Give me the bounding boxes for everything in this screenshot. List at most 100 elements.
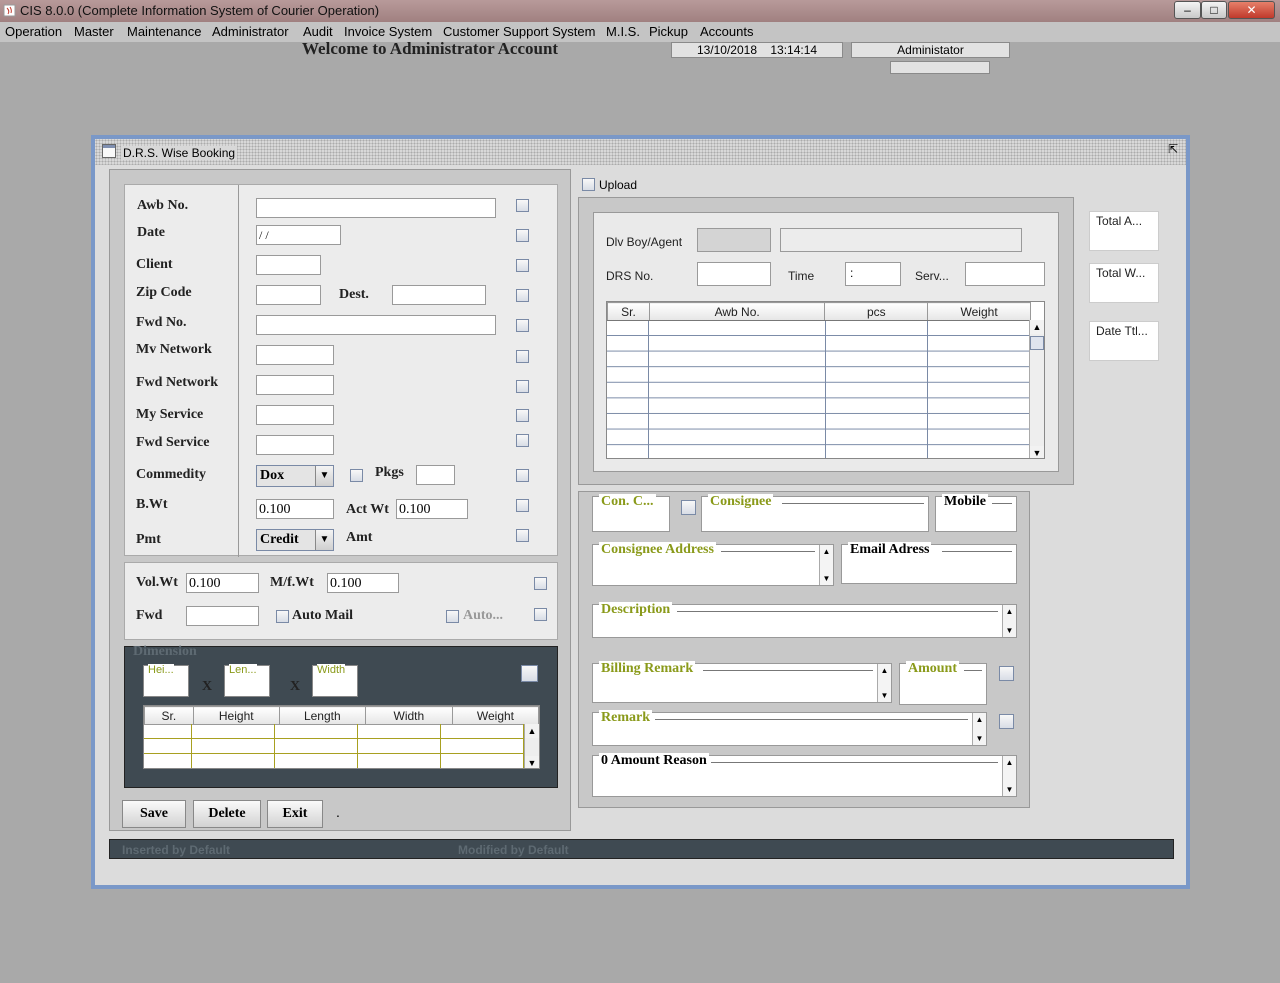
commodity-checkbox[interactable] [516,469,529,482]
mfwt-input[interactable]: 0.100 [327,573,399,593]
zero-amount-scrollbar[interactable]: ▲ ▼ [1002,756,1016,796]
scroll-down-icon[interactable]: ▼ [878,689,891,702]
fwd-service-checkbox[interactable] [516,434,529,447]
scroll-up-icon[interactable]: ▲ [820,545,833,558]
exit-button[interactable]: Exit [267,800,323,828]
commodity-select[interactable]: Dox ▼ [256,465,334,487]
dlv-boy-code-input[interactable] [697,228,771,252]
upload-checkbox[interactable] [582,178,595,191]
column-header[interactable]: Awb No. [648,302,826,321]
menu-mis[interactable]: M.I.S. [606,24,640,39]
chevron-down-icon[interactable]: ▼ [315,530,333,550]
width-field[interactable]: Width [312,664,358,697]
pmt-checkbox[interactable] [516,529,529,542]
billing-remark-scrollbar[interactable]: ▲ ▼ [877,664,891,702]
fwd-service-input[interactable] [256,435,334,455]
column-header[interactable]: Length [278,706,366,725]
my-network-checkbox[interactable] [516,350,529,363]
mobile-field[interactable]: Mobile [935,494,1017,532]
dimension-scrollbar[interactable]: ▲ ▼ [524,724,539,768]
column-header[interactable]: Sr. [144,706,194,725]
column-header[interactable]: Height [192,706,280,725]
delete-button[interactable]: Delete [193,800,261,828]
auto-mail-checkbox[interactable] [276,610,289,623]
scroll-down-icon[interactable]: ▼ [973,732,986,745]
remark-scrollbar[interactable]: ▲ ▼ [972,713,986,745]
my-network-input[interactable] [256,345,334,365]
scroll-down-icon[interactable]: ▼ [1030,446,1044,458]
menu-audit[interactable]: Audit [303,24,333,39]
actwt-input[interactable]: 0.100 [396,499,468,519]
con-code-checkbox[interactable] [681,500,696,515]
scroll-down-icon[interactable]: ▼ [1003,783,1016,796]
amount-checkbox[interactable] [999,666,1014,681]
scroll-thumb[interactable] [1030,336,1044,350]
column-header[interactable]: Weight [451,706,539,725]
column-header[interactable]: Weight [927,302,1031,321]
date-checkbox[interactable] [516,229,529,242]
zero-amount-reason-field[interactable]: 0 Amount Reason ▲ ▼ [592,753,1017,797]
remark-field[interactable]: Remark ▲ ▼ [592,710,987,746]
dimension-table-body[interactable] [144,724,525,768]
awb-checkbox[interactable] [516,199,529,212]
drs-scrollbar[interactable]: ▲ ▼ [1029,320,1044,458]
menu-operation[interactable]: Operation [5,24,62,39]
drs-table[interactable]: Sr. Awb No. pcs Weight ▲ ▼ [606,301,1045,459]
scroll-up-icon[interactable]: ▲ [1030,320,1044,334]
scroll-up-icon[interactable]: ▲ [1003,756,1016,769]
menu-maintenance[interactable]: Maintenance [127,24,201,39]
client-checkbox[interactable] [516,259,529,272]
frame-maximize-icon[interactable]: ⇱ [1166,143,1180,157]
dimension-checkbox[interactable] [521,665,538,682]
minimize-button[interactable]: ‒ [1174,1,1201,19]
menu-customer-support[interactable]: Customer Support System [443,24,595,39]
pkgs-input[interactable] [416,465,455,485]
pmt-select[interactable]: Credit ▼ [256,529,334,551]
menu-invoice-system[interactable]: Invoice System [344,24,432,39]
save-button[interactable]: Save [122,800,186,828]
height-field[interactable]: Hei... [143,664,189,697]
dimension-table[interactable]: Sr. Height Length Width Weight ▲ ▼ [143,705,540,769]
fwd-checkbox[interactable] [534,608,547,621]
consignee-address-field[interactable]: Consignee Address ▲ ▼ [592,542,834,586]
bwt-checkbox[interactable] [516,499,529,512]
fwd-network-input[interactable] [256,375,334,395]
time-input[interactable]: : [845,262,901,286]
auto-checkbox[interactable] [446,610,459,623]
con-code-field[interactable]: Con. C... [592,494,670,532]
drs-table-body[interactable] [607,320,1031,458]
client-input[interactable] [256,255,321,275]
remark-checkbox[interactable] [999,714,1014,729]
my-service-checkbox[interactable] [516,409,529,422]
maximize-button[interactable]: □ [1201,1,1227,19]
fwd-network-checkbox[interactable] [516,380,529,393]
volwt-checkbox[interactable] [534,577,547,590]
zip-checkbox[interactable] [516,289,529,302]
length-field[interactable]: Len... [224,664,270,697]
scroll-up-icon[interactable]: ▲ [878,664,891,677]
menu-master[interactable]: Master [74,24,114,39]
date-input[interactable]: / / [256,225,341,245]
billing-remark-field[interactable]: Billing Remark ▲ ▼ [592,661,892,703]
my-service-input[interactable] [256,405,334,425]
description-scrollbar[interactable]: ▲ ▼ [1002,605,1016,637]
column-header[interactable]: Width [364,706,453,725]
menu-pickup[interactable]: Pickup [649,24,688,39]
serv-input[interactable] [965,262,1045,286]
drs-no-input[interactable] [697,262,771,286]
close-button[interactable]: ✕ [1228,1,1275,19]
column-header[interactable]: pcs [824,302,929,321]
fwd-no-checkbox[interactable] [516,319,529,332]
awb-input[interactable] [256,198,496,218]
chevron-down-icon[interactable]: ▼ [315,466,333,486]
menu-accounts[interactable]: Accounts [700,24,753,39]
fwd-input[interactable] [186,606,259,626]
scroll-down-icon[interactable]: ▼ [820,572,833,585]
dlv-boy-name-input[interactable] [780,228,1022,252]
pkgs-checkbox[interactable] [350,469,363,482]
scroll-down-icon[interactable]: ▼ [525,756,539,768]
address-scrollbar[interactable]: ▲ ▼ [819,545,833,585]
menu-administrator[interactable]: Administrator [212,24,289,39]
scroll-down-icon[interactable]: ▼ [1003,624,1016,637]
volwt-input[interactable]: 0.100 [186,573,259,593]
